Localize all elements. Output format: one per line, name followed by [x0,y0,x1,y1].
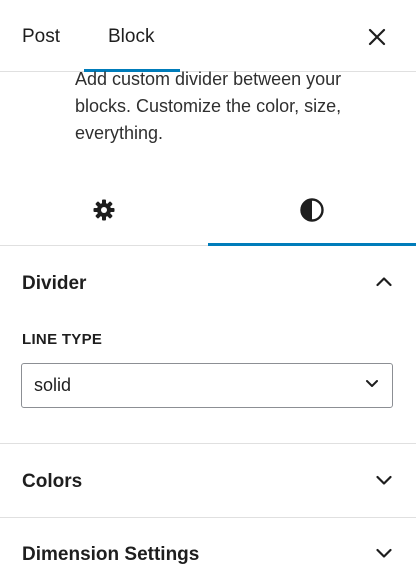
active-subtab-indicator [208,243,416,246]
dimension-settings-panel-title: Dimension Settings [22,544,200,565]
panel-divider [0,443,416,444]
line-type-select[interactable]: solid [21,363,393,408]
chevron-down-icon [364,375,380,396]
chevron-down-icon [374,543,394,568]
close-icon[interactable] [366,26,388,48]
block-inspector-panel: Post Block Add custom divider between yo… [0,0,416,586]
contrast-icon [299,197,325,228]
chevron-down-icon [374,470,394,495]
tab-post[interactable]: Post [22,26,60,48]
colors-panel-toggle[interactable]: Colors [0,446,416,518]
line-type-label: LINE TYPE [22,331,103,348]
chevron-up-icon [374,272,394,297]
inspector-subtabs [0,178,416,246]
divider-panel-title: Divider [22,273,87,294]
tab-block[interactable]: Block [108,26,154,48]
panel-divider [0,517,416,518]
gear-icon [92,198,116,227]
colors-panel-title: Colors [22,471,83,492]
block-description: Add custom divider between your blocks. … [75,69,342,143]
tab-styles[interactable] [208,178,416,246]
line-type-value: solid [34,375,72,395]
divider-panel-toggle[interactable]: Divider [0,248,416,320]
dimension-settings-panel-toggle[interactable]: Dimension Settings [0,519,416,586]
sidebar-header: Post Block [0,0,416,72]
tab-settings[interactable] [0,178,208,246]
